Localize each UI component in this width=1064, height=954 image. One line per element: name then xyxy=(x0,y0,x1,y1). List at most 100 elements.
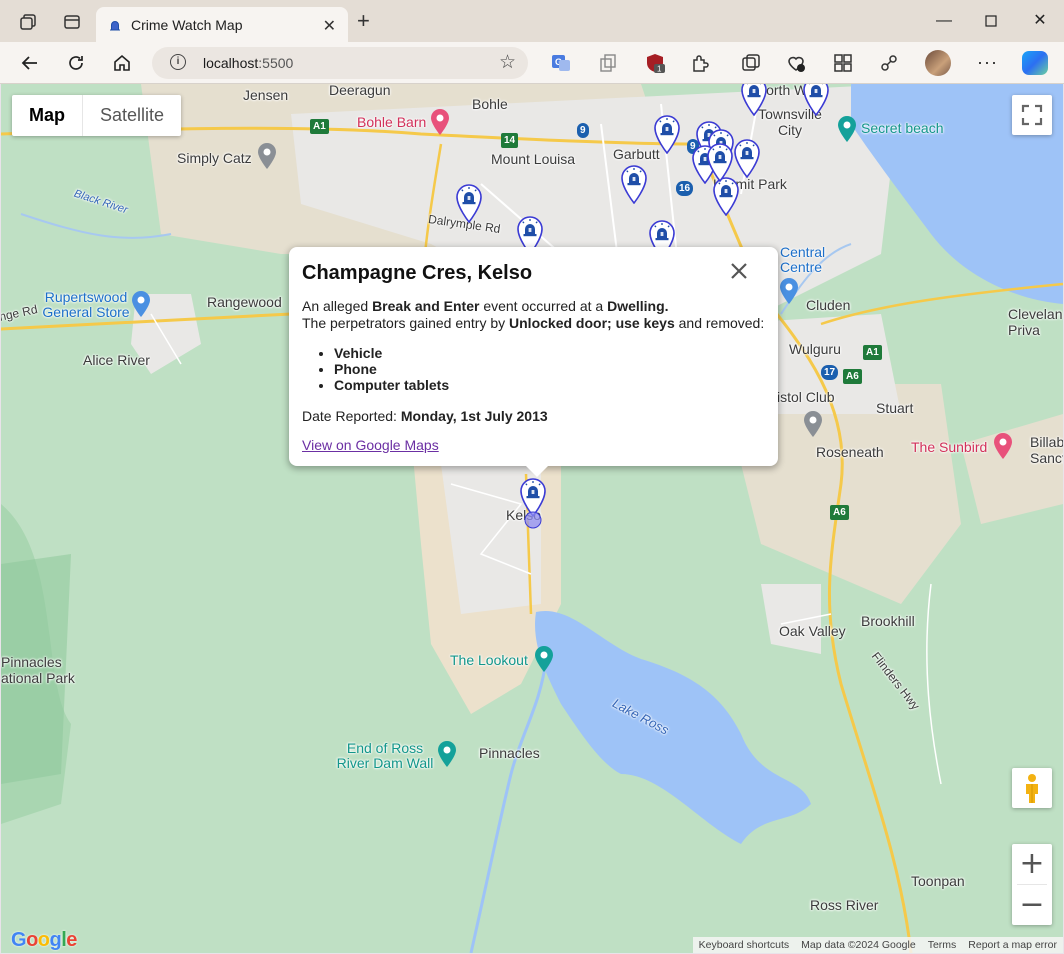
map-canvas[interactable]: A1 14 9 16 9 A1 17 A6 A6 Jensen Deeragun… xyxy=(1,84,1063,953)
refresh-icon[interactable] xyxy=(64,51,88,75)
new-tab-icon[interactable]: + xyxy=(357,10,370,32)
split-screen-icon[interactable] xyxy=(741,53,761,73)
fullscreen-button[interactable] xyxy=(1012,95,1052,135)
central-centre-pin-icon[interactable] xyxy=(778,277,800,305)
close-window-icon[interactable]: ✕ xyxy=(1025,10,1055,32)
intro-prefix: An alleged xyxy=(302,298,373,314)
zoom-in-button[interactable]: + xyxy=(1012,844,1052,884)
siren-favicon-icon xyxy=(110,21,120,31)
back-icon[interactable] xyxy=(18,51,42,75)
favorite-star-icon[interactable]: ☆ xyxy=(499,51,516,74)
place-label: Pinnacles ational Park xyxy=(1,654,75,686)
siren-marker-icon xyxy=(741,84,767,117)
address-bar[interactable]: i localhost:5500 ☆ xyxy=(152,47,528,79)
place-label: Ross River xyxy=(810,897,879,913)
maximize-icon[interactable] xyxy=(976,10,1006,32)
fullscreen-icon xyxy=(1021,104,1043,126)
route-shield: 14 xyxy=(501,133,519,148)
map-type-satellite-button[interactable]: Satellite xyxy=(83,95,181,136)
place-label: Central Centre xyxy=(780,244,826,275)
info-window-tail xyxy=(525,465,549,477)
pegman-icon xyxy=(1026,774,1038,803)
intro-mid: event occurred at a xyxy=(479,298,608,314)
the-lookout-pin-icon[interactable] xyxy=(533,645,555,673)
route-shield: A6 xyxy=(830,505,849,520)
entry-suffix: and removed: xyxy=(674,315,765,331)
crime-marker[interactable] xyxy=(455,183,483,224)
siren-marker-icon xyxy=(734,139,760,179)
secret-beach-pin-icon[interactable] xyxy=(836,115,858,143)
address-url: localhost:5500 xyxy=(203,55,294,71)
view-on-google-maps-link[interactable]: View on Google Maps xyxy=(302,437,439,454)
bristol-club-pin-icon[interactable] xyxy=(802,410,824,438)
tab-crime-watch-map[interactable]: Crime Watch Map ✕ xyxy=(96,7,348,43)
zoom-out-button[interactable]: − xyxy=(1012,885,1052,925)
date-reported: Date Reported: Monday, 1st July 2013 xyxy=(302,408,772,425)
street-view-pegman-button[interactable] xyxy=(1012,768,1052,808)
place-label: Toonpan xyxy=(911,873,965,889)
ublock-icon[interactable]: 1 xyxy=(645,53,665,73)
home-icon[interactable] xyxy=(110,51,134,75)
crime-marker[interactable] xyxy=(733,138,761,179)
google-logo[interactable]: Google xyxy=(11,929,77,952)
keyboard-shortcuts-link[interactable]: Keyboard shortcuts xyxy=(693,937,795,953)
place-label: Jensen xyxy=(243,87,289,103)
route-shield: A6 xyxy=(843,369,862,384)
collections-icon[interactable] xyxy=(598,53,618,73)
crime-marker[interactable] xyxy=(740,84,768,117)
rupertswood-pin-icon[interactable] xyxy=(130,290,152,318)
place-label: End of Ross River Dam Wall xyxy=(336,740,434,771)
more-options-icon[interactable]: ··· xyxy=(977,52,998,73)
place-label: Rangewood xyxy=(207,294,282,310)
place-label: Bohle xyxy=(472,96,508,112)
tab-close-icon[interactable]: ✕ xyxy=(323,16,336,36)
route-shield: 17 xyxy=(821,365,839,380)
route-shield: 9 xyxy=(577,123,589,138)
terms-link[interactable]: Terms xyxy=(922,937,963,953)
tab-title: Crime Watch Map xyxy=(131,17,243,33)
list-item: Phone xyxy=(334,361,772,377)
place-label: Deeragun xyxy=(329,84,391,98)
minimize-icon[interactable]: — xyxy=(929,10,959,32)
performance-icon[interactable] xyxy=(879,53,899,73)
the-sunbird-pin-icon[interactable] xyxy=(992,432,1014,460)
report-error-link[interactable]: Report a map error xyxy=(962,937,1063,953)
place-label: Mount Louisa xyxy=(491,151,576,167)
route-shield: A1 xyxy=(863,345,882,360)
crime-info-window: Champagne Cres, Kelso An alleged Break a… xyxy=(289,247,778,477)
crime-marker[interactable] xyxy=(802,84,830,117)
place-label: Clevelan Priva xyxy=(1008,306,1063,338)
place-label: The Sunbird xyxy=(911,439,988,455)
crime-marker[interactable] xyxy=(706,142,734,183)
tab-actions-icon[interactable] xyxy=(63,13,81,31)
info-window-close-icon[interactable] xyxy=(727,259,751,283)
translate-icon[interactable]: G xyxy=(551,53,571,73)
browser-toolbar: i localhost:5500 ☆ G 1 ··· xyxy=(0,42,1064,84)
apps-icon[interactable] xyxy=(833,53,853,73)
crime-marker[interactable] xyxy=(653,114,681,155)
event-type: Break and Enter xyxy=(372,298,480,314)
bohle-barn-pin-icon[interactable] xyxy=(429,108,451,136)
site-info-icon[interactable]: i xyxy=(170,54,186,70)
browser-titlebar: Crime Watch Map ✕ + — ✕ xyxy=(0,0,1064,43)
workspaces-icon[interactable] xyxy=(19,13,37,31)
browser-essentials-icon[interactable] xyxy=(786,53,806,73)
copilot-icon[interactable] xyxy=(1022,51,1048,75)
extensions-icon[interactable] xyxy=(690,53,710,73)
place-label: istol Club xyxy=(777,389,835,405)
date-prefix: Date Reported: xyxy=(302,408,401,424)
place-label: The Lookout xyxy=(450,652,528,668)
siren-marker-icon xyxy=(621,165,647,205)
entry-method: Unlocked door; use keys xyxy=(509,315,675,331)
profile-avatar[interactable] xyxy=(925,50,951,76)
simply-catz-pin-icon[interactable] xyxy=(256,142,278,170)
map-type-map-button[interactable]: Map xyxy=(12,95,83,136)
svg-text:1: 1 xyxy=(657,65,662,74)
place-label: Wulguru xyxy=(789,341,841,357)
place-label: Brookhill xyxy=(861,613,915,629)
list-item: Vehicle xyxy=(334,345,772,361)
entry-prefix: The perpetrators gained entry by xyxy=(302,315,510,331)
end-of-ross-pin-icon[interactable] xyxy=(436,740,458,768)
place-label: Roseneath xyxy=(816,444,884,460)
crime-marker[interactable] xyxy=(620,164,648,205)
